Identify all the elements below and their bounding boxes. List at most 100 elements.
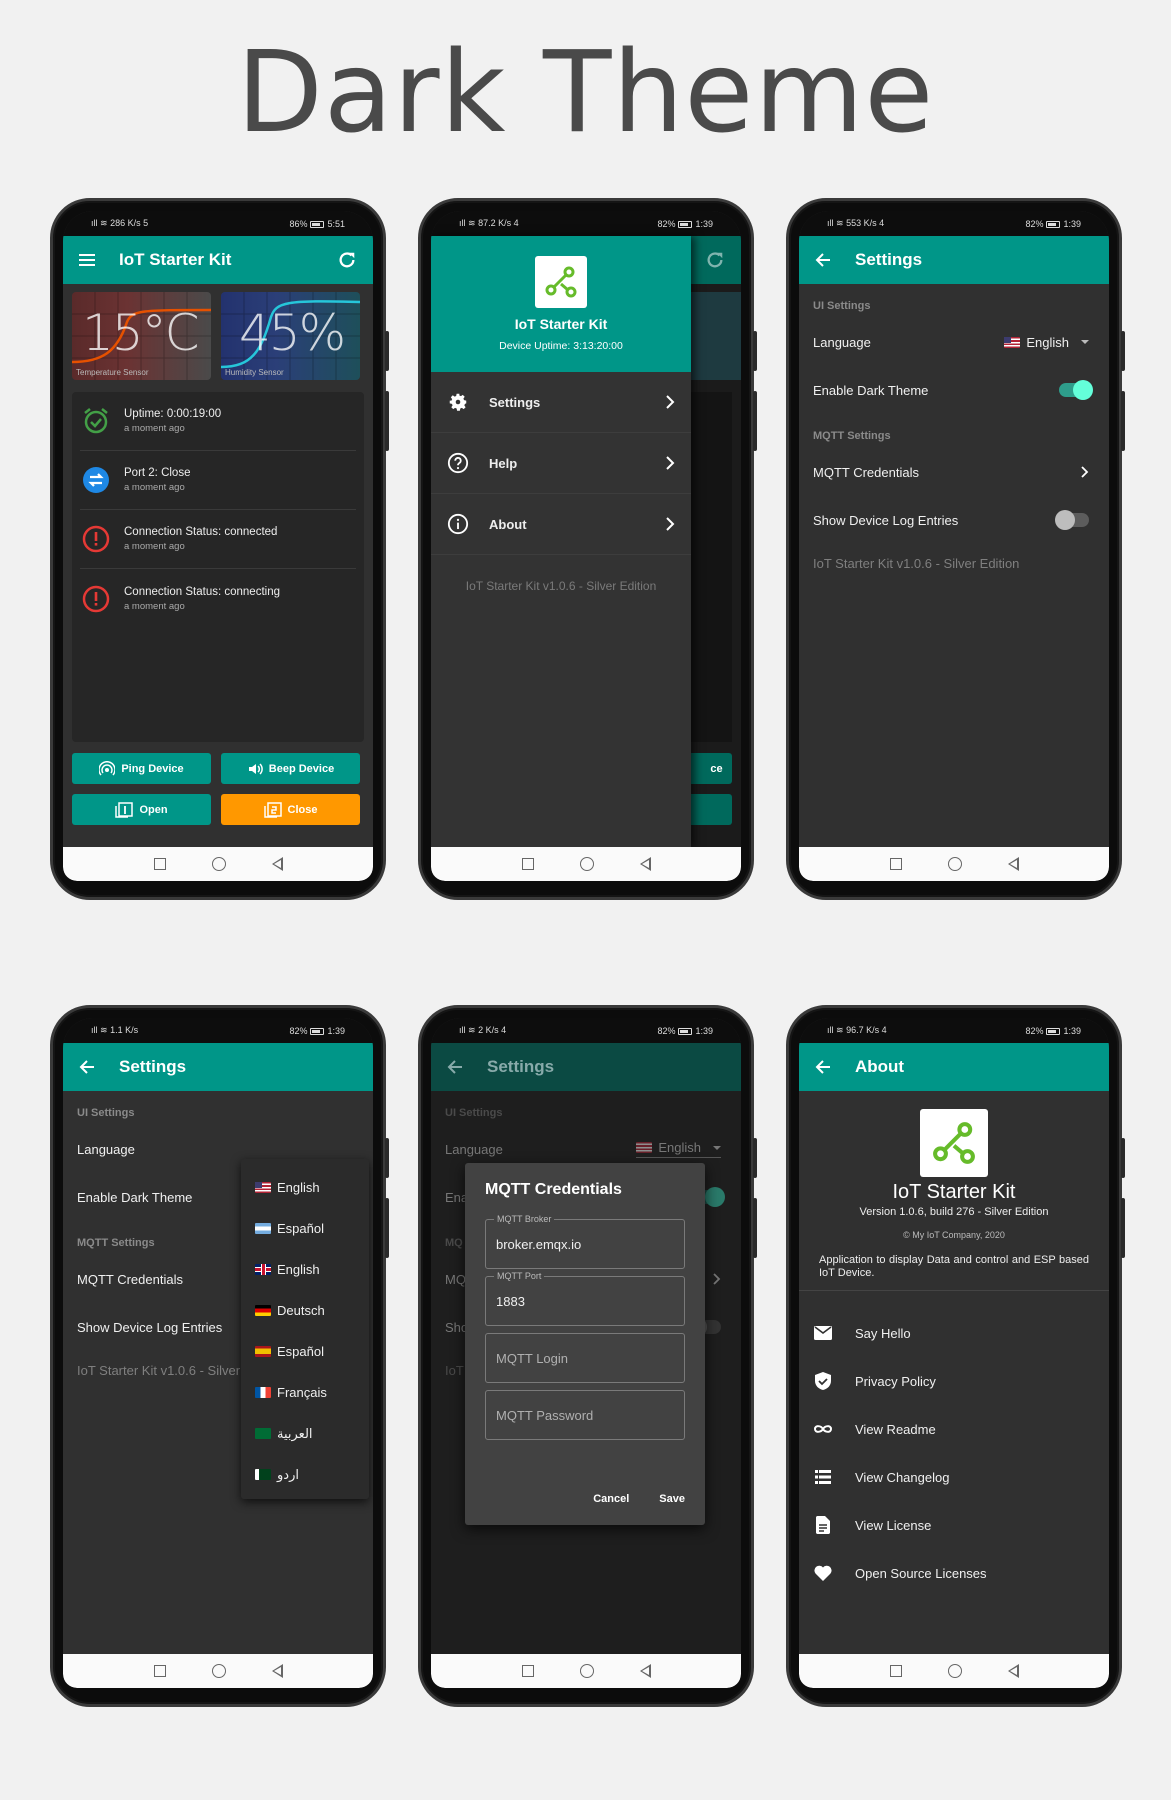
list-item[interactable]: Port 2: Close a moment ago bbox=[80, 451, 356, 510]
language-option[interactable]: Español bbox=[241, 1331, 369, 1372]
mqtt-broker-field[interactable]: MQTT Broker broker.emqx.io bbox=[485, 1214, 685, 1269]
device-log-setting[interactable]: Show Device Log Entries bbox=[799, 496, 1109, 544]
event-title: Uptime: 0:00:19:00 bbox=[124, 408, 222, 420]
phone-drawer: ıll ≋ 87.2 K/s 4 82% 1:39 ce IoT Starter … bbox=[418, 198, 757, 900]
view-license-item[interactable]: View License bbox=[799, 1501, 1109, 1549]
language-option[interactable]: Deutsch bbox=[241, 1290, 369, 1331]
mqtt-port-field[interactable]: MQTT Port 1883 bbox=[485, 1271, 685, 1326]
net-speed: 1.1 K/s bbox=[110, 1025, 139, 1035]
phone-settings: ıll ≋ 553 K/s 4 82% 1:39 Settings UI Sett… bbox=[786, 198, 1125, 900]
arrow-back-icon[interactable] bbox=[813, 1057, 833, 1077]
device-log-toggle[interactable] bbox=[1055, 510, 1089, 530]
back-icon[interactable] bbox=[271, 1664, 283, 1678]
language-option[interactable]: English bbox=[241, 1167, 369, 1208]
port-two-icon bbox=[263, 801, 282, 818]
arrow-back-icon[interactable] bbox=[813, 250, 833, 270]
list-item[interactable]: Connection Status: connected a moment ago bbox=[80, 510, 356, 569]
home-icon[interactable] bbox=[211, 1664, 226, 1678]
home-icon[interactable] bbox=[579, 1664, 594, 1678]
language-option[interactable]: اردو bbox=[241, 1454, 369, 1495]
back-icon[interactable] bbox=[639, 1664, 651, 1678]
drawer-item-help[interactable]: Help bbox=[431, 433, 691, 494]
signal-icon: ıll ≋ bbox=[91, 1025, 108, 1035]
recents-icon[interactable] bbox=[521, 1665, 534, 1677]
item-label: Say Hello bbox=[855, 1325, 911, 1341]
language-option[interactable]: Français bbox=[241, 1372, 369, 1413]
event-time: a moment ago bbox=[124, 600, 185, 612]
net-speed: 87.2 K/s bbox=[478, 218, 512, 228]
signal-icon: ıll ≋ bbox=[827, 1025, 844, 1035]
close-button[interactable]: Close bbox=[221, 794, 360, 825]
open-button[interactable]: Open bbox=[72, 794, 211, 825]
app-logo bbox=[920, 1109, 988, 1177]
say-hello-item[interactable]: Say Hello bbox=[799, 1309, 1109, 1357]
home-icon[interactable] bbox=[211, 857, 226, 871]
save-button[interactable]: Save bbox=[659, 1493, 685, 1505]
notif-badge: 4 bbox=[513, 218, 519, 228]
menu-icon[interactable] bbox=[77, 250, 97, 270]
setting-label: MQTT Credentials bbox=[813, 464, 919, 480]
volume-icon bbox=[248, 762, 263, 775]
language-option-label: Español bbox=[277, 1221, 324, 1236]
phone-language-menu: ıll ≋ 1.1 K/s 82% 1:39 Settings UI Settin… bbox=[50, 1005, 389, 1707]
recents-icon[interactable] bbox=[889, 1665, 902, 1677]
recents-icon[interactable] bbox=[521, 858, 534, 870]
drawer-item-settings[interactable]: Settings bbox=[431, 372, 691, 433]
home-icon[interactable] bbox=[579, 857, 594, 871]
notif-badge: 4 bbox=[879, 218, 885, 228]
back-icon[interactable] bbox=[639, 857, 651, 871]
mqtt-login-field[interactable]: MQTT Login bbox=[485, 1333, 685, 1383]
recents-icon[interactable] bbox=[153, 858, 166, 870]
dark-theme-setting[interactable]: Enable Dark Theme bbox=[799, 366, 1109, 414]
humidity-gauge[interactable]: 45% Humidity Sensor bbox=[221, 292, 360, 380]
language-option[interactable]: English bbox=[241, 1249, 369, 1290]
drawer-version: IoT Starter Kit v1.0.6 - Silver Edition bbox=[465, 579, 657, 593]
system-nav-bar bbox=[799, 847, 1109, 881]
recents-icon[interactable] bbox=[153, 1665, 166, 1677]
drawer-item-about[interactable]: About bbox=[431, 494, 691, 555]
clock: 5:51 bbox=[327, 218, 345, 229]
event-time: a moment ago bbox=[124, 482, 185, 493]
back-icon[interactable] bbox=[1007, 1664, 1019, 1678]
view-changelog-item[interactable]: View Changelog bbox=[799, 1453, 1109, 1501]
language-setting[interactable]: Language English bbox=[799, 318, 1109, 366]
arrow-back-icon bbox=[445, 1057, 465, 1077]
refresh-icon[interactable] bbox=[337, 250, 357, 270]
open-source-licenses-item[interactable]: Open Source Licenses bbox=[799, 1549, 1109, 1597]
event-title: Connection Status: connecting bbox=[124, 585, 280, 598]
home-icon[interactable] bbox=[947, 1664, 962, 1678]
list-item[interactable]: Connection Status: connecting a moment ag… bbox=[80, 569, 356, 628]
mqtt-credentials-dialog: MQTT Credentials MQTT Broker broker.emqx.… bbox=[465, 1163, 705, 1525]
gear-icon bbox=[449, 393, 467, 411]
arrow-back-icon[interactable] bbox=[77, 1057, 97, 1077]
ping-device-button[interactable]: Ping Device bbox=[72, 753, 211, 784]
recents-icon[interactable] bbox=[889, 858, 902, 870]
back-icon[interactable] bbox=[1007, 857, 1019, 871]
notif-badge: 4 bbox=[501, 1025, 507, 1035]
gb-flag-icon bbox=[255, 1264, 271, 1275]
language-option[interactable]: Español bbox=[241, 1208, 369, 1249]
dark-theme-toggle[interactable] bbox=[1059, 380, 1093, 400]
language-option[interactable]: العربية bbox=[241, 1413, 369, 1454]
home-icon[interactable] bbox=[947, 857, 962, 871]
privacy-policy-item[interactable]: Privacy Policy bbox=[799, 1357, 1109, 1405]
list-item[interactable]: Uptime: 0:00:19:00 a moment ago bbox=[80, 392, 356, 451]
signal-icon: ıll ≋ bbox=[459, 218, 476, 228]
mqtt-dialog-screen: ıll ≋ 2 K/s 4 82% 1:39 Settings UI Settin… bbox=[431, 1018, 741, 1688]
language-option-label: Français bbox=[277, 1385, 327, 1400]
beep-device-button[interactable]: Beep Device bbox=[221, 753, 360, 784]
alarm-check-icon bbox=[84, 408, 108, 434]
mqtt-password-field[interactable]: MQTT Password bbox=[485, 1390, 685, 1440]
net-speed: 96.7 K/s bbox=[846, 1025, 880, 1035]
view-readme-item[interactable]: View Readme bbox=[799, 1405, 1109, 1453]
cancel-button[interactable]: Cancel bbox=[593, 1493, 629, 1505]
list-icon bbox=[813, 1467, 833, 1487]
mqtt-credentials-setting[interactable]: MQTT Credentials bbox=[799, 448, 1109, 496]
system-nav-bar bbox=[799, 1654, 1109, 1688]
language-dropdown[interactable]: English bbox=[1004, 335, 1089, 350]
pk-flag-icon bbox=[255, 1469, 271, 1480]
clock: 1:39 bbox=[1063, 218, 1081, 229]
back-icon[interactable] bbox=[271, 857, 283, 871]
temperature-gauge[interactable]: 15°C Temperature Sensor bbox=[72, 292, 211, 380]
refresh-icon[interactable] bbox=[705, 250, 725, 270]
